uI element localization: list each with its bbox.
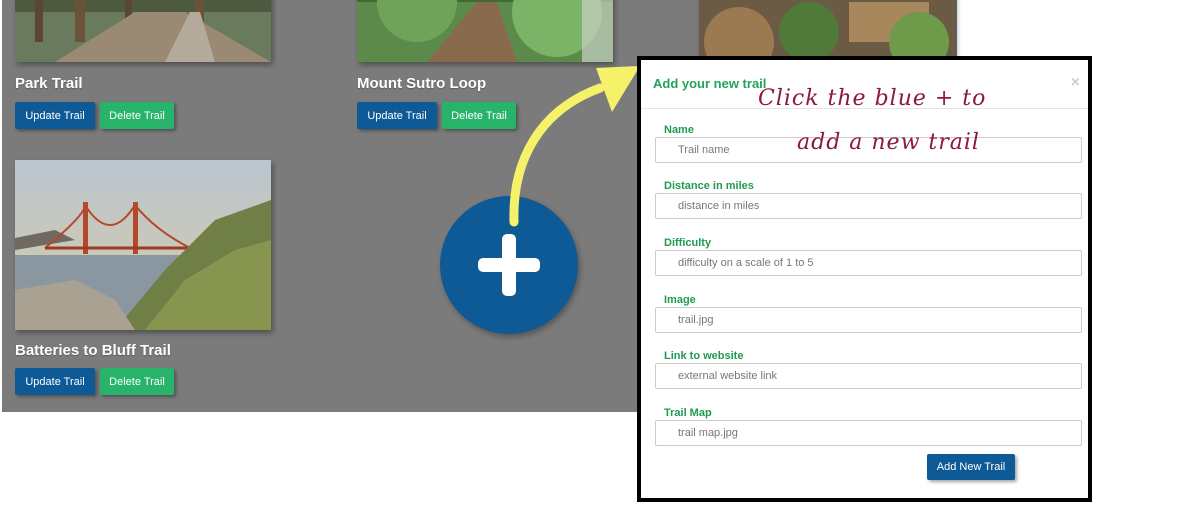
image-input[interactable] xyxy=(655,307,1082,333)
trail-map-input[interactable] xyxy=(655,420,1082,446)
trail-map-label: Trail Map xyxy=(664,407,712,419)
image-label: Image xyxy=(664,294,696,306)
annotation-line-1: Click the blue + to xyxy=(758,86,987,111)
distance-input[interactable] xyxy=(655,193,1082,219)
name-label: Name xyxy=(664,124,694,136)
website-link-input[interactable] xyxy=(655,363,1082,389)
modal-title: Add your new trail xyxy=(653,76,767,91)
close-icon[interactable]: × xyxy=(1071,74,1080,92)
add-new-trail-button[interactable]: Add New Trail xyxy=(927,454,1015,480)
distance-label: Distance in miles xyxy=(664,180,754,192)
annotation-line-2: add a new trail xyxy=(797,130,980,155)
difficulty-label: Difficulty xyxy=(664,237,712,249)
difficulty-input[interactable] xyxy=(655,250,1082,276)
website-link-label: Link to website xyxy=(664,350,744,362)
add-trail-modal: Add your new trail × Name Distance in mi… xyxy=(637,56,1092,502)
